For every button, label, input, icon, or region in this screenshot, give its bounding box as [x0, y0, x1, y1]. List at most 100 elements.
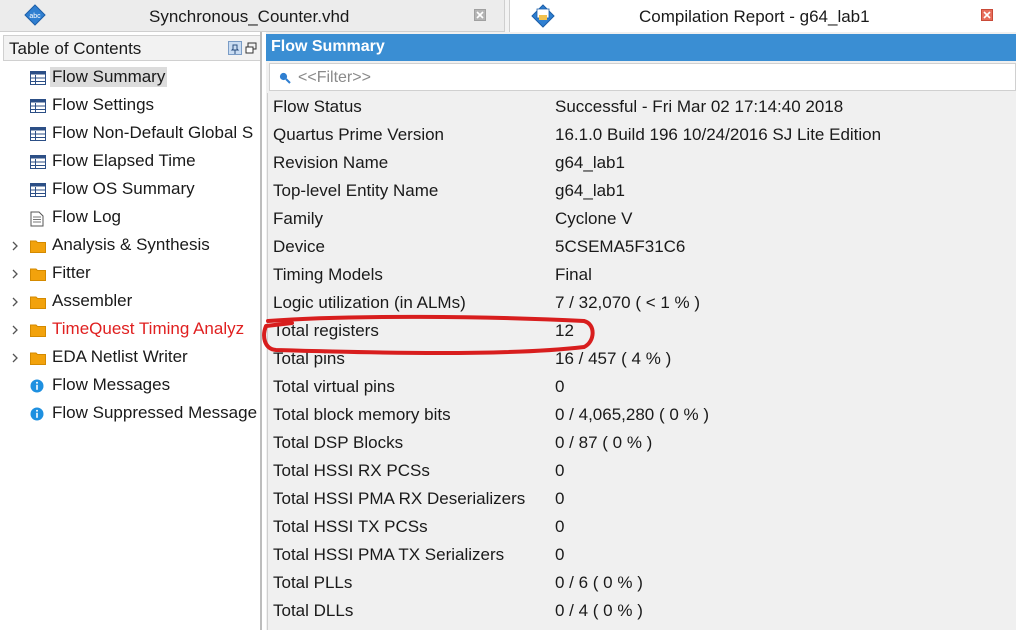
table-row[interactable]: Total virtual pins 0 [268, 373, 1016, 401]
row-value: 0 [555, 461, 565, 480]
table-row[interactable]: Total DLLs 0 / 4 ( 0 % ) [268, 597, 1016, 625]
toc-item-label: Flow Log [52, 207, 121, 226]
compilation-report-icon [531, 4, 555, 28]
toc-item-flow-non-default-global-s[interactable]: Flow Non-Default Global S [0, 120, 260, 148]
chevron-right-icon[interactable] [10, 295, 20, 309]
row-value: 0 [555, 545, 565, 564]
flow-summary-panel: Flow Summary Flow Status Successful - Fri… [266, 32, 1016, 630]
row-value: 5CSEMA5F31C6 [555, 237, 686, 256]
chevron-right-icon[interactable] [10, 267, 20, 281]
table-row[interactable]: Total HSSI RX PCSs 0 [268, 457, 1016, 485]
row-key: Timing Models [273, 265, 383, 284]
toc-item-flow-suppressed-message[interactable]: Flow Suppressed Message [0, 400, 260, 428]
row-value: 16.1.0 Build 196 10/24/2016 SJ Lite Edit… [555, 125, 882, 144]
row-key: Total block memory bits [273, 405, 451, 424]
tab-title: Synchronous_Counter.vhd [149, 7, 350, 26]
row-value: Successful - Fri Mar 02 17:14:40 2018 [555, 97, 844, 116]
row-value: g64_lab1 [555, 181, 625, 200]
row-value: 0 / 87 ( 0 % ) [555, 433, 653, 452]
toc-item-label: Assembler [52, 291, 133, 310]
toc-item-label: Fitter [52, 263, 91, 282]
document-tab-bar: abc Synchronous_Counter.vhd Compilation … [0, 0, 1016, 32]
table-row[interactable]: Logic utilization (in ALMs) 7 / 32,070 ( … [268, 289, 1016, 317]
pin-icon[interactable] [228, 41, 242, 55]
table-icon [30, 183, 46, 197]
chevron-right-icon[interactable] [10, 323, 20, 337]
table-row[interactable]: Top-level Entity Name g64_lab1 [268, 177, 1016, 205]
row-key: Family [273, 209, 324, 228]
toc-item-assembler[interactable]: Assembler [0, 288, 260, 316]
row-value: 0 / 4,065,280 ( 0 % ) [555, 405, 710, 424]
table-row[interactable]: Total pins 16 / 457 ( 4 % ) [268, 345, 1016, 373]
toc-item-label: Flow Non-Default Global S [52, 123, 254, 142]
svg-text:abc: abc [29, 13, 41, 20]
table-icon [30, 99, 46, 113]
row-value: 0 / 6 ( 0 % ) [555, 573, 643, 592]
table-row[interactable]: Total PLLs 0 / 6 ( 0 % ) [268, 569, 1016, 597]
table-icon [30, 155, 46, 169]
folder-icon [30, 351, 46, 365]
toc-item-label: TimeQuest Timing Analyz [52, 319, 245, 338]
table-row[interactable]: Timing Models Final [268, 261, 1016, 289]
document-icon [30, 211, 46, 227]
chevron-right-icon[interactable] [10, 239, 20, 253]
row-value: 0 [555, 517, 565, 536]
table-row[interactable]: Total block memory bits 0 / 4,065,280 ( 0… [268, 401, 1016, 429]
table-of-contents-panel: Table of Contents Flow Summary Flow Setti… [0, 32, 262, 630]
row-key: Total PLLs [273, 573, 353, 592]
table-row[interactable]: Total DSP Blocks 0 / 87 ( 0 % ) [268, 429, 1016, 457]
tab-synchronous-counter[interactable]: abc Synchronous_Counter.vhd [0, 0, 505, 32]
info-icon [30, 407, 46, 421]
folder-icon [30, 323, 46, 337]
toc-item-flow-elapsed-time[interactable]: Flow Elapsed Time [0, 148, 260, 176]
filter-input[interactable] [296, 67, 900, 89]
panel-title: Flow Summary [271, 38, 385, 55]
table-row[interactable]: Flow Status Successful - Fri Mar 02 17:14… [268, 93, 1016, 121]
toc-item-label: Flow Suppressed Message [52, 403, 258, 422]
table-row[interactable]: Revision Name g64_lab1 [268, 149, 1016, 177]
table-row[interactable]: Total HSSI TX PCSs 0 [268, 513, 1016, 541]
row-value: Final [555, 265, 592, 284]
toc-item-fitter[interactable]: Fitter [0, 260, 260, 288]
row-value: 7 / 32,070 ( < 1 % ) [555, 293, 701, 312]
folder-icon [30, 239, 46, 253]
row-value: 0 / 4 ( 0 % ) [555, 601, 643, 620]
row-key: Total registers [273, 321, 379, 340]
toc-item-analysis-synthesis[interactable]: Analysis & Synthesis [0, 232, 260, 260]
row-value: Cyclone V [555, 209, 633, 228]
float-window-icon[interactable] [245, 41, 257, 54]
table-row[interactable]: Total registers 12 [268, 317, 1016, 345]
toc-item-label: Flow OS Summary [52, 179, 195, 198]
tab-compilation-report[interactable]: Compilation Report - g64_lab1 [509, 0, 1016, 32]
toc-item-label: Flow Messages [52, 375, 171, 394]
row-value: 12 [555, 321, 574, 340]
table-icon [30, 71, 46, 85]
row-key: Total HSSI TX PCSs [273, 517, 428, 536]
close-icon[interactable] [981, 9, 993, 21]
row-value: 0 [555, 377, 565, 396]
tab-title: Compilation Report - g64_lab1 [639, 7, 870, 26]
table-row[interactable]: Family Cyclone V [268, 205, 1016, 233]
row-value: g64_lab1 [555, 153, 625, 172]
close-icon[interactable] [474, 9, 486, 21]
toc-item-flow-summary[interactable]: Flow Summary [0, 64, 260, 92]
toc-item-label: EDA Netlist Writer [52, 347, 188, 366]
toc-item-flow-settings[interactable]: Flow Settings [0, 92, 260, 120]
table-row[interactable]: Total HSSI PMA RX Deserializers 0 [268, 485, 1016, 513]
row-value: 0 [555, 489, 565, 508]
toc-item-flow-os-summary[interactable]: Flow OS Summary [0, 176, 260, 204]
table-row[interactable]: Device 5CSEMA5F31C6 [268, 233, 1016, 261]
toc-item-flow-log[interactable]: Flow Log [0, 204, 260, 232]
row-key: Flow Status [273, 97, 362, 116]
toc-item-eda-netlist-writer[interactable]: EDA Netlist Writer [0, 344, 260, 372]
row-key: Total HSSI PMA TX Serializers [273, 545, 505, 564]
table-row[interactable]: Total HSSI PMA TX Serializers 0 [268, 541, 1016, 569]
toc-item-label: Flow Summary [50, 67, 168, 87]
chevron-right-icon[interactable] [10, 351, 20, 365]
row-value: 16 / 457 ( 4 % ) [555, 349, 672, 368]
toc-item-timequest-timing-analyz[interactable]: TimeQuest Timing Analyz [0, 316, 260, 344]
toc-item-flow-messages[interactable]: Flow Messages [0, 372, 260, 400]
table-row[interactable]: Quartus Prime Version 16.1.0 Build 196 10… [268, 121, 1016, 149]
filter-box[interactable] [269, 63, 1016, 91]
row-key: Total DSP Blocks [273, 433, 404, 452]
